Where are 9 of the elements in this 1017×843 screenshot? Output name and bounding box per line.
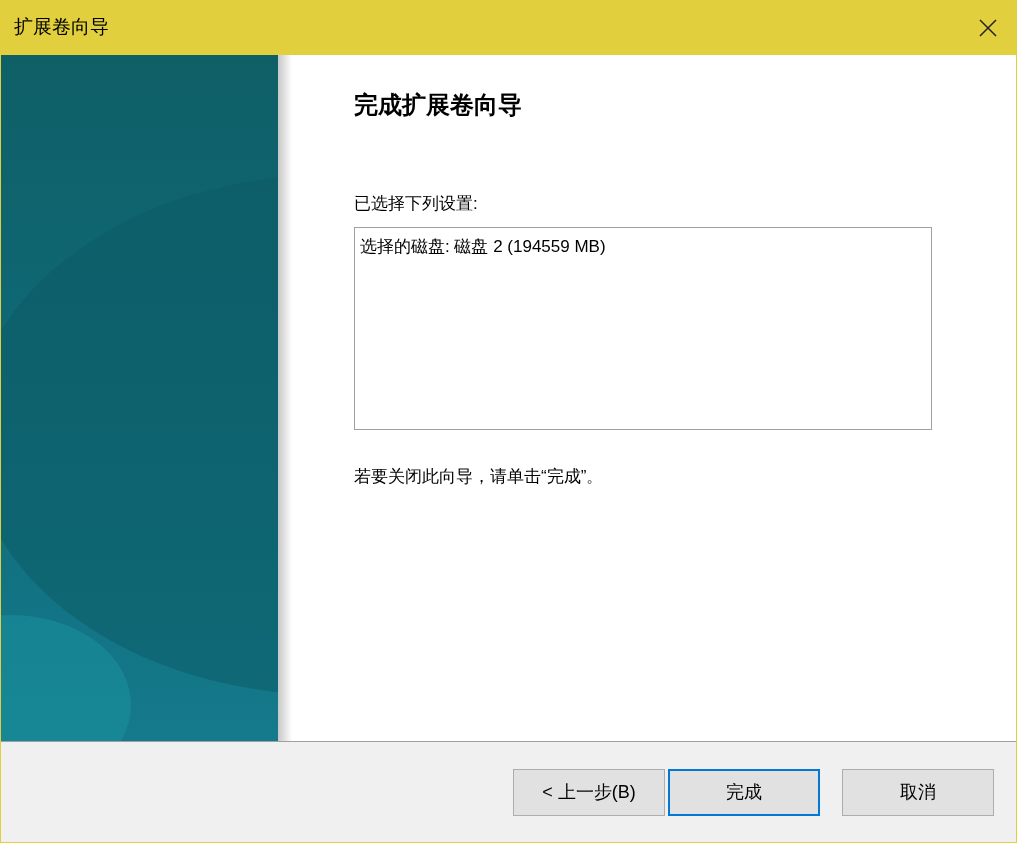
close-hint: 若要关闭此向导，请单击“完成”。 xyxy=(354,465,605,488)
wizard-heading: 完成扩展卷向导 xyxy=(354,90,523,120)
window-title: 扩展卷向导 xyxy=(14,15,109,40)
settings-label: 已选择下列设置: xyxy=(354,193,479,215)
wizard-button[interactable]: 取消 xyxy=(842,768,994,816)
selected-disk-text: 选择的磁盘: 磁盘 2 (194559 MB) xyxy=(360,236,606,256)
close-icon[interactable] xyxy=(979,18,997,37)
wizard-button[interactable]: 完成 xyxy=(668,768,820,816)
wizard-button[interactable]: < 上一步(B) xyxy=(513,768,665,816)
